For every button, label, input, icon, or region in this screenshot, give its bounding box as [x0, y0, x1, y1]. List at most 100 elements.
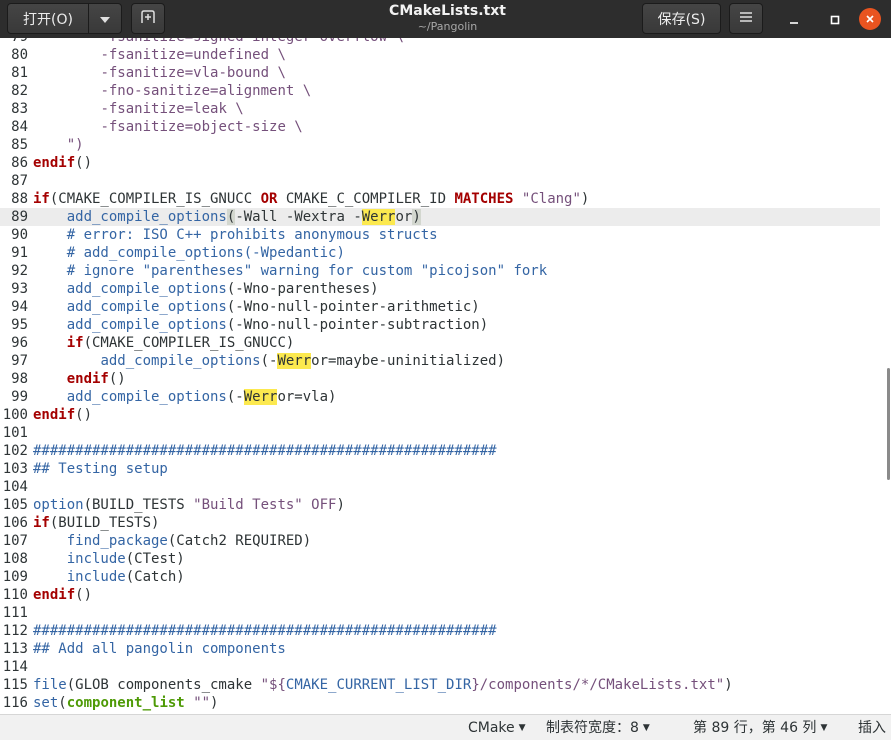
code-line[interactable]: 110 endif() — [0, 586, 880, 604]
language-selector[interactable]: CMake ▼ — [468, 719, 526, 737]
code-token: ) — [580, 191, 590, 207]
code-line[interactable]: 98 endif() — [0, 370, 880, 388]
code-line[interactable]: 93 add_compile_options(-Wno-parentheses) — [0, 280, 880, 298]
code-token: -fsanitize=object-size \ — [100, 119, 303, 135]
main-menu-button[interactable] — [729, 3, 763, 34]
code-token: add_compile_options — [66, 281, 227, 297]
code-token: endif — [66, 371, 109, 387]
line-code: -fsanitize=vla-bound \ — [33, 65, 285, 81]
code-token: (Catch2 REQUIRED) — [167, 533, 312, 549]
insert-mode-indicator[interactable]: 插入 — [858, 719, 886, 737]
line-number: 90 — [11, 227, 28, 243]
maximize-button[interactable] — [822, 6, 848, 32]
code-line[interactable]: 85 ") — [0, 136, 880, 154]
code-line[interactable]: 80 -fsanitize=undefined \ — [0, 46, 880, 64]
chevron-down-icon: ▼ — [820, 723, 828, 733]
code-token: ( — [58, 695, 67, 711]
line-code: option(BUILD_TESTS "Build Tests" OFF) — [33, 497, 345, 513]
code-token: -Wall -Wextra - — [235, 209, 362, 225]
line-code: -fsanitize=signed-integer-overflow \ — [33, 38, 403, 45]
close-button[interactable] — [857, 6, 883, 32]
code-line[interactable]: 86 endif() — [0, 154, 880, 172]
code-token: or=vla) — [277, 389, 337, 405]
line-code: find_package(Catch2 REQUIRED) — [33, 533, 311, 549]
code-token: find_package — [66, 533, 168, 549]
save-button[interactable]: 保存(S) — [642, 3, 721, 34]
line-number: 80 — [11, 47, 28, 63]
code-token: ########################################… — [33, 623, 497, 639]
code-line[interactable]: 87 — [0, 172, 880, 190]
code-line[interactable]: 112 #####################################… — [0, 622, 880, 640]
line-number: 95 — [11, 317, 28, 333]
tab-width-selector[interactable]: 制表符宽度：8 ▼ — [546, 719, 650, 737]
code-line[interactable]: 94 add_compile_options(-Wno-null-pointer… — [0, 298, 880, 316]
code-line[interactable]: 113 ## Add all pangolin components — [0, 640, 880, 658]
line-code: endif() — [33, 371, 126, 387]
code-token: # error: ISO C++ prohibits anonymous str… — [66, 227, 438, 243]
code-line[interactable]: 88 if(CMAKE_COMPILER_IS_GNUCC OR CMAKE_C_… — [0, 190, 880, 208]
code-token: ) — [412, 209, 421, 225]
code-line[interactable]: 107 find_package(Catch2 REQUIRED) — [0, 532, 880, 550]
code-line[interactable]: 100 endif() — [0, 406, 880, 424]
code-line[interactable]: 103 ## Testing setup — [0, 460, 880, 478]
code-line[interactable]: 101 — [0, 424, 880, 442]
code-line[interactable]: 96 if(CMAKE_COMPILER_IS_GNUCC) — [0, 334, 880, 352]
code-token: (- — [260, 353, 278, 369]
code-line[interactable]: 95 add_compile_options(-Wno-null-pointer… — [0, 316, 880, 334]
code-line[interactable]: 92 # ignore "parentheses" warning for cu… — [0, 262, 880, 280]
code-line[interactable]: 89 add_compile_options(-Wall -Wextra -We… — [0, 208, 880, 226]
code-line[interactable]: 79 -fsanitize=signed-integer-overflow \ — [0, 38, 880, 46]
line-number: 97 — [11, 353, 28, 369]
line-number: 114 — [2, 659, 28, 675]
code-line[interactable]: 82 -fno-sanitize=alignment \ — [0, 82, 880, 100]
line-number: 79 — [0, 38, 33, 46]
code-token: "Build Tests" — [193, 497, 303, 513]
code-line[interactable]: 97 add_compile_options(-Werror=maybe-uni… — [0, 352, 880, 370]
line-code: # error: ISO C++ prohibits anonymous str… — [33, 227, 438, 243]
code-line[interactable]: 116 set(component_list "") — [0, 694, 880, 712]
code-line[interactable]: 102 #####################################… — [0, 442, 880, 460]
code-line[interactable]: 114 — [0, 658, 880, 676]
line-code: ") — [33, 137, 84, 153]
chevron-down-icon: ▼ — [642, 723, 650, 733]
line-number: 94 — [11, 299, 28, 315]
cursor-position-selector[interactable]: 第 89 行，第 46 列 ▼ — [693, 719, 827, 737]
code-token: or — [395, 209, 413, 225]
line-number: 111 — [2, 605, 28, 621]
code-token: add_compile_options — [100, 353, 261, 369]
line-number: 86 — [11, 155, 28, 171]
code-token: # ignore "parentheses" warning for custo… — [66, 263, 548, 279]
code-line[interactable]: 105 option(BUILD_TESTS "Build Tests" OFF) — [0, 496, 880, 514]
line-number: 102 — [2, 443, 28, 459]
code-line[interactable]: 84 -fsanitize=object-size \ — [0, 118, 880, 136]
code-editor[interactable]: 79 -fsanitize=signed-integer-overflow \8… — [0, 38, 891, 714]
save-button-label: 保存(S) — [657, 11, 706, 28]
code-line[interactable]: 81 -fsanitize=vla-bound \ — [0, 64, 880, 82]
code-line[interactable]: 91 # add_compile_options(-Wpedantic) — [0, 244, 880, 262]
code-line[interactable]: 90 # error: ISO C++ prohibits anonymous … — [0, 226, 880, 244]
code-line[interactable]: 99 add_compile_options(-Werror=vla) — [0, 388, 880, 406]
code-line[interactable]: 108 include(CTest) — [0, 550, 880, 568]
line-code: ## Add all pangolin components — [33, 641, 286, 657]
code-line[interactable]: 109 include(Catch) — [0, 568, 880, 586]
line-code: -fsanitize=object-size \ — [33, 119, 303, 135]
new-tab-button[interactable] — [131, 3, 165, 34]
vertical-scrollbar[interactable] — [887, 368, 890, 480]
code-line[interactable]: 83 -fsanitize=leak \ — [0, 100, 880, 118]
line-code: add_compile_options(-Werror=maybe-uninit… — [33, 353, 505, 369]
code-line[interactable]: 115 file(GLOB components_cmake "${CMAKE_C… — [0, 676, 880, 694]
open-button[interactable]: 打开(O) — [7, 3, 89, 34]
minimize-button[interactable] — [781, 6, 807, 32]
open-menu-button[interactable] — [88, 3, 122, 34]
code-token: Werr — [361, 209, 396, 225]
code-line[interactable]: 104 — [0, 478, 880, 496]
code-line[interactable]: 111 — [0, 604, 880, 622]
code-token: "${ — [260, 677, 286, 693]
code-token: component_list — [66, 695, 185, 711]
code-line[interactable]: 106 if(BUILD_TESTS) — [0, 514, 880, 532]
